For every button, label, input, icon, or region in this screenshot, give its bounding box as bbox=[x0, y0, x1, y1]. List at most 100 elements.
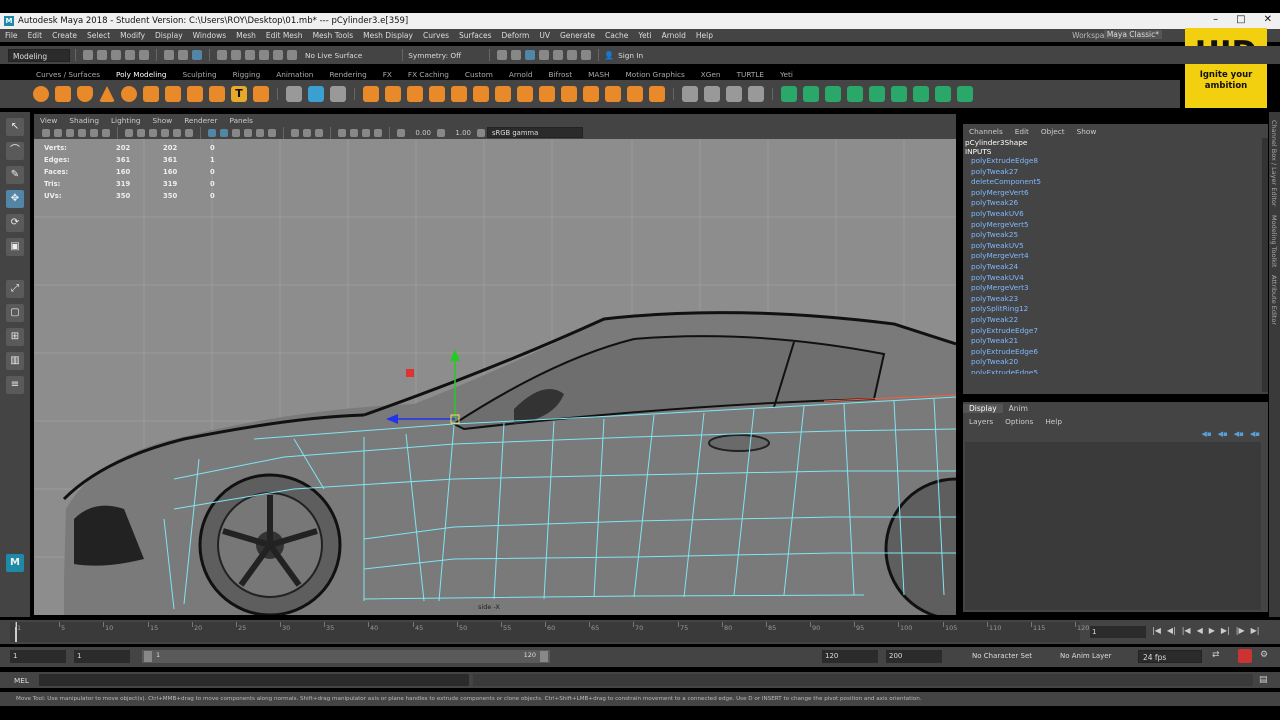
poly-cone-icon[interactable] bbox=[99, 86, 115, 102]
move-layer-up-icon[interactable]: ◀▪ bbox=[1201, 430, 1211, 438]
resolution-gate-icon[interactable] bbox=[149, 128, 157, 137]
insert-edge-loop-icon[interactable] bbox=[704, 86, 720, 102]
gate-mask-icon[interactable] bbox=[161, 128, 169, 137]
shelf-tab-animation[interactable]: Animation bbox=[268, 70, 321, 79]
undo-icon[interactable] bbox=[125, 50, 135, 60]
four-pane-layout-icon[interactable]: ⊞ bbox=[6, 328, 24, 346]
anti-aliasing-icon[interactable] bbox=[315, 128, 323, 137]
exposure-icon[interactable] bbox=[397, 128, 405, 137]
move-layer-down-icon[interactable]: ◀▪ bbox=[1218, 430, 1228, 438]
side-tab-channel-box[interactable]: Channel Box / Layer Editor bbox=[1270, 120, 1278, 207]
list-item[interactable]: polyTweak21 bbox=[963, 336, 1268, 347]
time-slider-track[interactable]: 1 5 10 15 20 25 30 35 40 45 50 55 60 65 70 75 80 85 90 95 10… bbox=[10, 622, 1089, 642]
textured-icon[interactable] bbox=[244, 128, 252, 137]
multi-cut-icon[interactable] bbox=[682, 86, 698, 102]
menu-edit-mesh[interactable]: Edit Mesh bbox=[261, 31, 308, 40]
list-item[interactable]: polyMergeVert4 bbox=[963, 251, 1268, 262]
bridge-icon[interactable] bbox=[451, 86, 467, 102]
live-surface-label[interactable]: No Live Surface bbox=[305, 51, 362, 60]
range-start-handle[interactable] bbox=[144, 651, 152, 662]
menu-select[interactable]: Select bbox=[82, 31, 115, 40]
shelf-tab-poly-modeling[interactable]: Poly Modeling bbox=[108, 70, 174, 79]
xray-icon[interactable] bbox=[350, 128, 358, 137]
menu-file[interactable]: File bbox=[0, 31, 23, 40]
menu-mesh-tools[interactable]: Mesh Tools bbox=[308, 31, 359, 40]
collapse-icon[interactable] bbox=[605, 86, 621, 102]
menu-display[interactable]: Display bbox=[150, 31, 188, 40]
shelf-tab-sculpting[interactable]: Sculpting bbox=[175, 70, 225, 79]
preferences-icon[interactable]: ⚙ bbox=[1260, 650, 1268, 660]
list-item[interactable]: polyTweakUV6 bbox=[963, 209, 1268, 220]
combine-icon[interactable] bbox=[308, 86, 324, 102]
cb-menu-show[interactable]: Show bbox=[1071, 127, 1103, 136]
playback-start-field[interactable]: 1 bbox=[74, 650, 130, 663]
poly-sphere-icon[interactable] bbox=[33, 86, 49, 102]
camera-select-icon[interactable] bbox=[42, 128, 50, 137]
2d-pan-zoom-icon[interactable] bbox=[90, 128, 98, 137]
hypershade-icon[interactable] bbox=[553, 50, 564, 60]
viewport-menu-show[interactable]: Show bbox=[146, 116, 178, 125]
image-plane-icon[interactable] bbox=[78, 128, 86, 137]
viewport-menu-view[interactable]: View bbox=[34, 116, 63, 125]
rotate-tool-icon[interactable]: ⟳ bbox=[6, 214, 24, 232]
go-to-start-icon[interactable]: |◀ bbox=[1152, 626, 1161, 635]
list-item[interactable]: polyExtrudeEdge7 bbox=[963, 326, 1268, 337]
single-pane-layout-icon[interactable]: ▢ bbox=[6, 304, 24, 322]
automatic-mapping-icon[interactable] bbox=[847, 86, 863, 102]
step-forward-key-icon[interactable]: |▶ bbox=[1236, 626, 1245, 635]
list-item[interactable]: polyTweakUV4 bbox=[963, 273, 1268, 284]
cb-menu-object[interactable]: Object bbox=[1035, 127, 1071, 136]
viewport-menu-lighting[interactable]: Lighting bbox=[105, 116, 147, 125]
last-tool-icon[interactable]: ⤢ bbox=[6, 280, 24, 298]
command-language-toggle[interactable]: MEL bbox=[0, 676, 39, 685]
text-icon[interactable]: T bbox=[231, 86, 247, 102]
spherical-mapping-icon[interactable] bbox=[825, 86, 841, 102]
shelf-tab-bifrost[interactable]: Bifrost bbox=[541, 70, 581, 79]
list-item[interactable]: polyExtrudeEdge8 bbox=[963, 156, 1268, 167]
list-item[interactable]: polyTweak22 bbox=[963, 315, 1268, 326]
boolean-icon[interactable] bbox=[385, 86, 401, 102]
motion-blur-icon[interactable] bbox=[303, 128, 311, 137]
film-gate-icon[interactable] bbox=[137, 128, 145, 137]
select-component-icon[interactable] bbox=[192, 50, 202, 60]
loop-icon[interactable]: ⇄ bbox=[1212, 650, 1220, 660]
list-item[interactable]: polySplitRing12 bbox=[963, 304, 1268, 315]
offset-edge-loop-icon[interactable] bbox=[726, 86, 742, 102]
menu-edit[interactable]: Edit bbox=[23, 31, 48, 40]
gamma-icon[interactable] bbox=[437, 128, 445, 137]
snap-grid-icon[interactable] bbox=[217, 50, 227, 60]
poly-cube-icon[interactable] bbox=[55, 86, 71, 102]
viewport-canvas[interactable] bbox=[34, 139, 956, 615]
tab-anim[interactable]: Anim bbox=[1003, 404, 1034, 413]
menu-help[interactable]: Help bbox=[691, 31, 718, 40]
two-pane-layout-icon[interactable]: ▥ bbox=[6, 352, 24, 370]
menu-create[interactable]: Create bbox=[47, 31, 82, 40]
side-tab-attribute-editor[interactable]: Attribute Editor bbox=[1270, 275, 1278, 325]
fill-hole-icon[interactable] bbox=[495, 86, 511, 102]
menu-cache[interactable]: Cache bbox=[600, 31, 633, 40]
shelf-tab-motion-graphics[interactable]: Motion Graphics bbox=[618, 70, 693, 79]
snap-point-icon[interactable] bbox=[245, 50, 255, 60]
bookmark-icon[interactable] bbox=[66, 128, 74, 137]
uv-editor-icon[interactable] bbox=[869, 86, 885, 102]
tab-display[interactable]: Display bbox=[963, 403, 1003, 413]
list-item[interactable]: polyTweakUV5 bbox=[963, 241, 1268, 252]
platonic-solid-icon[interactable] bbox=[187, 86, 203, 102]
shelf-tab-mash[interactable]: MASH bbox=[580, 70, 617, 79]
shelf-tab-curves-surfaces[interactable]: Curves / Surfaces bbox=[28, 70, 108, 79]
anim-layer-dropdown[interactable]: No Anim Layer bbox=[1060, 652, 1111, 660]
fps-dropdown[interactable]: 24 fps bbox=[1138, 650, 1202, 663]
move-tool-icon[interactable]: ✥ bbox=[6, 190, 24, 208]
shelf-tab-custom[interactable]: Custom bbox=[457, 70, 501, 79]
arnold-render-icon[interactable] bbox=[567, 50, 578, 60]
shelf-tab-turtle[interactable]: TURTLE bbox=[729, 70, 772, 79]
sew-uv-icon[interactable] bbox=[957, 86, 973, 102]
wireframe-icon[interactable] bbox=[208, 128, 216, 137]
current-frame-field[interactable]: 1 bbox=[1090, 626, 1146, 638]
step-back-key-icon[interactable]: ◀| bbox=[1167, 626, 1176, 635]
shelf-tab-rendering[interactable]: Rendering bbox=[321, 70, 374, 79]
new-scene-icon[interactable] bbox=[83, 50, 93, 60]
auto-key-icon[interactable] bbox=[1238, 649, 1252, 663]
safe-action-icon[interactable] bbox=[185, 128, 193, 137]
menu-set-dropdown[interactable]: Modeling bbox=[8, 48, 70, 62]
